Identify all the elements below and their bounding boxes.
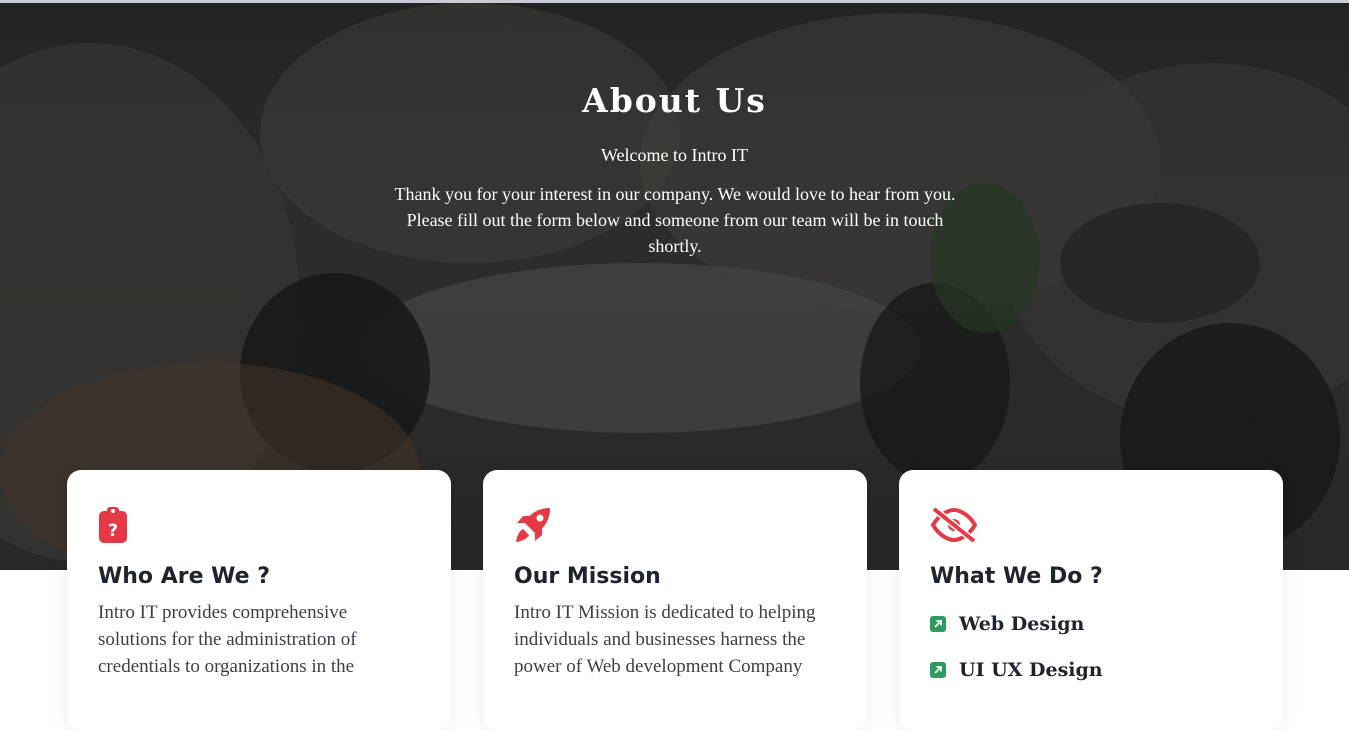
- card-title: Who Are We ?: [98, 564, 270, 589]
- card-what-we-do: What We Do ? Web Design UI UX Design: [899, 470, 1283, 730]
- clipboard-question-icon: ?: [98, 506, 148, 546]
- hero-subtitle: Welcome to Intro IT: [601, 145, 748, 165]
- card-title: What We Do ?: [930, 564, 1103, 589]
- card-our-mission: Our Mission Intro IT Mission is dedicate…: [483, 470, 867, 730]
- svg-text:?: ?: [108, 521, 118, 541]
- arrow-up-right-icon: [930, 662, 946, 678]
- eye-slash-icon: [930, 506, 980, 546]
- rocket-icon: [514, 506, 564, 546]
- card-who-are-we: ? Who Are We ? Intro IT provides compreh…: [67, 470, 451, 730]
- arrow-up-right-icon: [930, 616, 946, 632]
- card-text: Intro IT Mission is dedicated to helping…: [514, 602, 816, 677]
- list-item-label: UI UX Design: [959, 659, 1103, 681]
- card-title: Our Mission: [514, 564, 661, 589]
- service-list: Web Design UI UX Design: [930, 601, 1252, 693]
- list-item-label: Web Design: [959, 613, 1085, 635]
- list-item[interactable]: Web Design: [930, 601, 1252, 647]
- list-item[interactable]: UI UX Design: [930, 647, 1252, 693]
- card-text: Intro IT provides comprehensive solution…: [98, 602, 357, 677]
- hero-description: Thank you for your interest in our compa…: [394, 184, 956, 256]
- page-title: About Us: [582, 81, 767, 120]
